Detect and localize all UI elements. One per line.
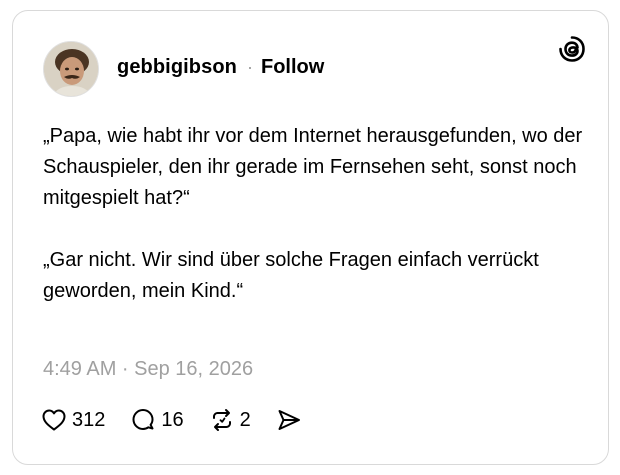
post-actions: 312 16 2 [41, 407, 302, 433]
post-paragraph: „Papa, wie habt ihr vor dem Internet her… [43, 125, 583, 209]
post-paragraph: „Gar nicht. Wir sind über solche Fragen … [43, 249, 539, 302]
header-separator: · [246, 57, 253, 77]
send-icon [278, 410, 300, 430]
share-button[interactable] [276, 408, 302, 432]
repost-button[interactable]: 2 [209, 407, 251, 433]
post-card: gebbigibson · Follow „Papa, wie habt ihr… [12, 10, 609, 465]
threads-logo-icon[interactable] [558, 35, 586, 63]
comment-icon [132, 409, 154, 430]
username-link[interactable]: gebbigibson [117, 56, 237, 79]
repost-count: 2 [239, 408, 251, 431]
post-timestamp[interactable]: 4:49 AM · Sep 16, 2026 [43, 358, 253, 381]
profile-photo-icon [44, 42, 98, 96]
post-body: „Papa, wie habt ihr vor dem Internet her… [43, 121, 583, 307]
repost-icon [212, 409, 231, 431]
post-header: gebbigibson · Follow [117, 56, 324, 79]
reply-count: 16 [161, 408, 184, 431]
heart-icon [42, 409, 66, 431]
like-button[interactable]: 312 [41, 408, 105, 432]
reply-button[interactable]: 16 [130, 407, 184, 433]
like-count: 312 [72, 408, 106, 431]
avatar[interactable] [43, 41, 99, 97]
follow-button[interactable]: Follow [261, 56, 324, 79]
